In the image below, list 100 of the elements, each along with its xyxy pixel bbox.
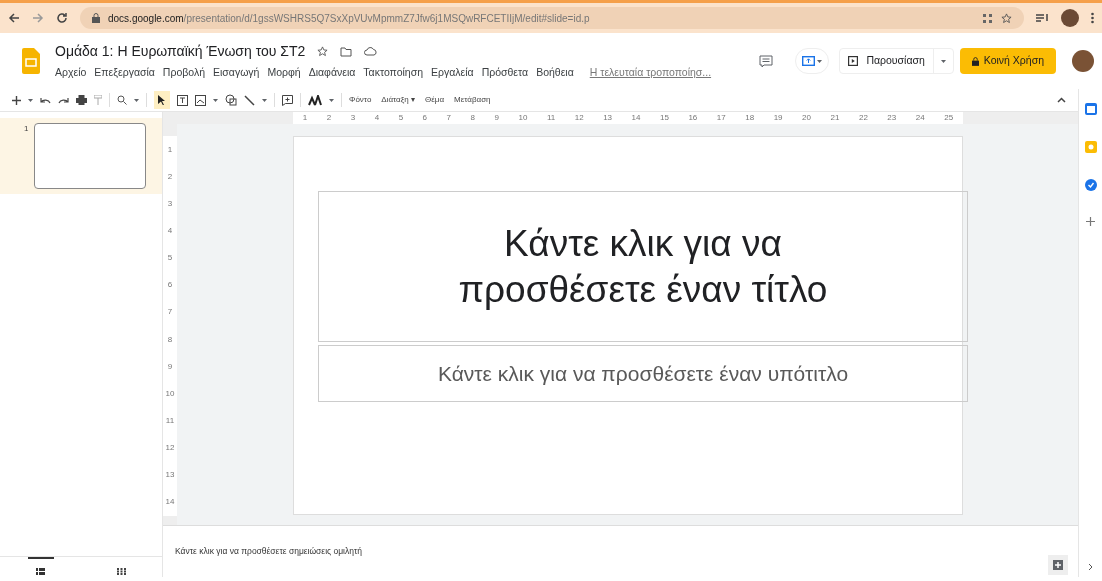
- ruler-number: 14: [165, 498, 175, 507]
- list-icon: [36, 568, 45, 575]
- menu-item[interactable]: Βοήθεια: [536, 65, 574, 81]
- ruler-number: 10: [518, 114, 528, 122]
- shapes-icon[interactable]: [225, 94, 237, 106]
- ruler-number: 2: [326, 114, 332, 122]
- ruler-number: 2: [167, 172, 173, 181]
- slideshow-icon: [802, 56, 816, 66]
- filmstrip-view-tab[interactable]: [27, 557, 54, 577]
- calendar-icon[interactable]: [1084, 103, 1097, 115]
- text-box-icon[interactable]: [177, 94, 188, 106]
- ruler-number: 6: [167, 281, 173, 290]
- pointer-icon: [158, 95, 166, 105]
- add-icon[interactable]: [1086, 217, 1095, 226]
- address-bar[interactable]: docs.google.com/presentation/d/1gssWSHRS5Q7SxXpVUvMpmmZ7Jfw6j1MSQwRFCETIIjM/edit#slide=id.p: [80, 7, 1024, 29]
- ruler-number: 15: [660, 114, 669, 122]
- toolbar-button[interactable]: Φόντο: [349, 94, 372, 106]
- share-button[interactable]: Κοινή Χρήση: [959, 48, 1056, 74]
- tasks-icon[interactable]: [1084, 179, 1097, 191]
- ruler-number: 13: [603, 114, 613, 122]
- subtitle-placeholder-box[interactable]: Κάντε κλικ για να προσθέσετε έναν υπότιτλο: [318, 345, 968, 402]
- caret-icon[interactable]: [213, 98, 218, 102]
- ruler-number: 7: [446, 114, 451, 122]
- cloud-icon[interactable]: [364, 47, 378, 57]
- lock-icon: [92, 13, 100, 23]
- speaker-notes-field[interactable]: Κάντε κλικ για να προσθέσετε σημειώσεις ομιλητή: [175, 546, 363, 556]
- back-icon[interactable]: [8, 12, 20, 24]
- playlist-icon[interactable]: [1036, 12, 1049, 24]
- comment-icon[interactable]: [759, 54, 774, 68]
- star-icon[interactable]: [317, 46, 329, 58]
- ruler-number: 14: [631, 114, 641, 122]
- line-icon[interactable]: [244, 94, 255, 106]
- caret-icon[interactable]: [134, 98, 139, 102]
- slide-thumbnail-row[interactable]: 1: [0, 118, 162, 194]
- print-icon[interactable]: [76, 95, 87, 105]
- menu-item[interactable]: Τακτοποίηση: [363, 65, 423, 81]
- ruler-number: 8: [470, 114, 475, 122]
- toolbar-button[interactable]: Διάταξη ▾: [381, 94, 415, 106]
- ruler-number: 16: [688, 114, 698, 122]
- url-text: docs.google.com/presentation/d/1gssWSHRS5Q7SxXpVUvMpmmZ7Jfw6j1MSQwRFCETIIjM/edit#slide=id.p: [108, 11, 590, 26]
- collapse-icon[interactable]: [1057, 97, 1066, 103]
- subtitle-placeholder: Κάντε κλικ για να προσθέσετε έναν υπότιτλο: [437, 360, 849, 387]
- ruler-number: 20: [802, 114, 811, 122]
- grid-icon: [117, 568, 126, 575]
- comment-add-icon[interactable]: [282, 94, 293, 106]
- title-placeholder: Κάντε κλικ για να προσθέσετε έναν τίτλο: [457, 222, 829, 312]
- avatar[interactable]: [1061, 9, 1079, 27]
- reload-icon[interactable]: [56, 12, 68, 24]
- menu-item[interactable]: Διαφάνεια: [308, 65, 356, 81]
- caret-icon[interactable]: [262, 98, 267, 102]
- document-title[interactable]: Ομάδα 1: Η Ευρωπαϊκή Ένωση του ΣΤ2: [55, 41, 306, 63]
- last-edit-link[interactable]: Η τελευταία τροποποίησ...: [589, 65, 712, 81]
- ruler-number: 17: [716, 114, 726, 122]
- avatar[interactable]: [1072, 50, 1094, 72]
- chevron-right-icon[interactable]: [1088, 563, 1093, 571]
- menu-item[interactable]: Πρόσθετα: [481, 65, 529, 81]
- menu-item[interactable]: Επεξεργασία: [94, 65, 155, 81]
- ruler-number: 7: [167, 308, 173, 317]
- grid-icon[interactable]: [982, 12, 993, 24]
- more-icon[interactable]: [1091, 12, 1094, 24]
- ruler-number: 24: [915, 114, 925, 122]
- redo-icon[interactable]: [58, 96, 69, 104]
- add-button[interactable]: [1048, 555, 1068, 575]
- new-slide-icon[interactable]: [12, 95, 21, 105]
- ruler-number: 5: [398, 114, 404, 122]
- caret-icon[interactable]: [329, 98, 334, 102]
- ruler-number: 25: [944, 114, 954, 122]
- ruler-number: 13: [165, 471, 175, 480]
- image-icon[interactable]: [195, 94, 206, 106]
- ruler-number: 11: [546, 114, 556, 122]
- toolbar-button[interactable]: Θέμα: [425, 94, 445, 106]
- star-icon[interactable]: [1001, 12, 1012, 24]
- ruler-number: 12: [574, 114, 584, 122]
- undo-icon[interactable]: [40, 96, 51, 104]
- ruler-number: 12: [165, 444, 175, 453]
- folder-icon[interactable]: [340, 46, 353, 57]
- play-icon: [848, 56, 859, 66]
- ruler-number: 10: [165, 389, 175, 398]
- menu-item[interactable]: Αρχείο: [55, 65, 87, 81]
- ruler-number: 6: [422, 114, 428, 122]
- menu-item[interactable]: Εισαγωγή: [213, 65, 260, 81]
- ruler-number: 21: [830, 114, 840, 122]
- ruler-number: 23: [887, 114, 897, 122]
- ruler-number: 3: [167, 199, 173, 208]
- ruler-number: 22: [858, 114, 868, 122]
- zoom-icon[interactable]: [117, 95, 127, 105]
- ruler-number: 5: [167, 254, 173, 263]
- text-format-icon[interactable]: [308, 94, 322, 106]
- ruler-number: 1: [302, 114, 308, 122]
- caret-icon[interactable]: [28, 98, 33, 102]
- toolbar-button[interactable]: Μετάβαση: [454, 94, 491, 106]
- menu-item[interactable]: Μορφή: [267, 65, 301, 81]
- select-tool[interactable]: [154, 91, 170, 109]
- caret-icon: [817, 59, 823, 63]
- title-placeholder-box[interactable]: Κάντε κλικ για να προσθέσετε έναν τίτλο: [318, 191, 968, 342]
- slide-number: 1: [24, 123, 29, 135]
- menu-item[interactable]: Προβολή: [162, 65, 205, 81]
- lock-icon: [971, 56, 979, 66]
- plus-icon: [1053, 560, 1063, 570]
- menu-item[interactable]: Εργαλεία: [431, 65, 474, 81]
